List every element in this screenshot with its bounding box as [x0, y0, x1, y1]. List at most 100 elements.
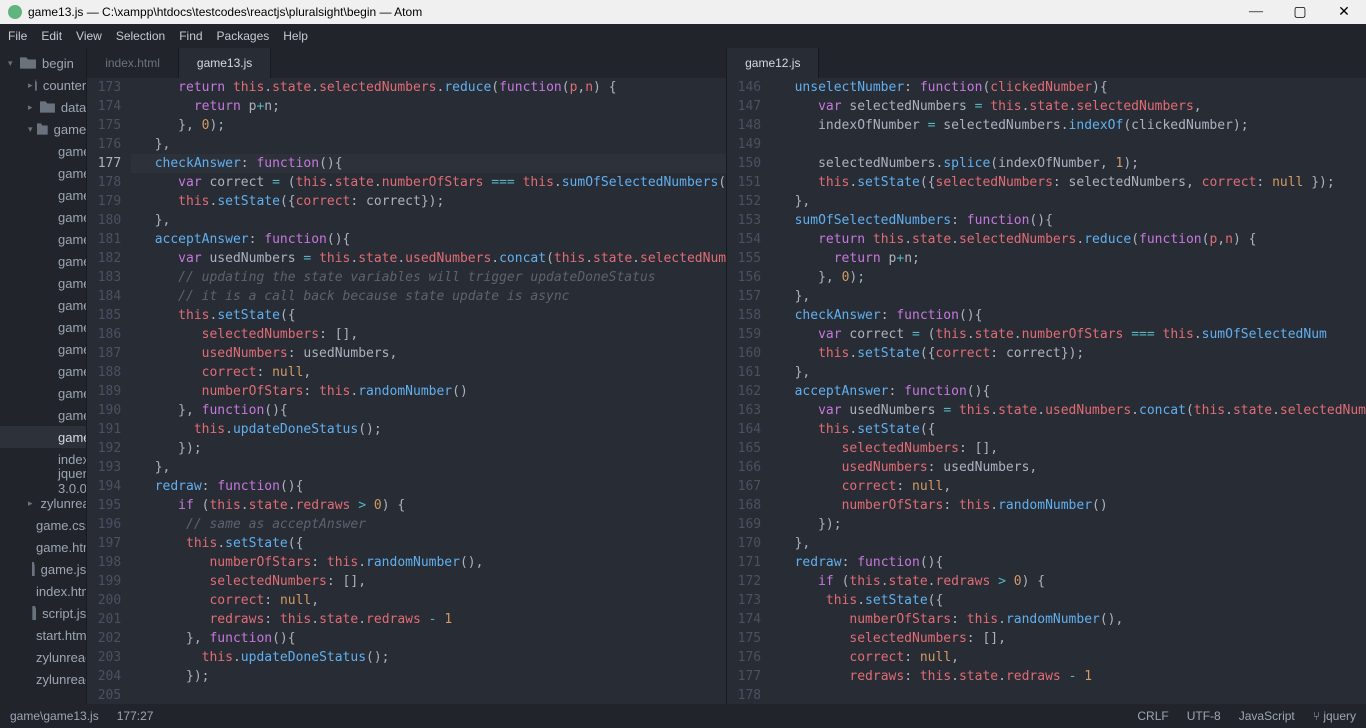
menubar: File Edit View Selection Find Packages H…: [0, 24, 1366, 48]
menu-view[interactable]: View: [76, 29, 102, 43]
tree-item-game-css[interactable]: game.css: [0, 514, 86, 536]
window-title: game13.js — C:\xampp\htdocs\testcodes\re…: [28, 5, 422, 19]
status-branch[interactable]: ⑂ jquery: [1313, 709, 1356, 723]
tree-item-label: script.js: [42, 606, 86, 621]
tree-item-label: index.html: [36, 584, 86, 599]
tab-game12-js[interactable]: game12.js: [727, 48, 819, 78]
tree-item-index-html[interactable]: index.html: [0, 580, 86, 602]
folder-icon: [20, 56, 36, 70]
tree-item-jquery-3-0-0-min-js[interactable]: jquery-3.0.0.min.js: [0, 470, 86, 492]
tree-item-label: game11.js: [58, 386, 86, 401]
chevron-icon: ▸: [28, 80, 33, 91]
menu-help[interactable]: Help: [283, 29, 308, 43]
tree-root[interactable]: ▾ begin: [0, 52, 86, 74]
menu-find[interactable]: Find: [179, 29, 202, 43]
tree-item-label: game4.js: [58, 232, 86, 247]
left-editor-pane: index.html game13.js 1731741751761771781…: [86, 48, 726, 704]
maximize-button[interactable]: ▢: [1278, 0, 1322, 24]
tree-item-game[interactable]: ▾ game: [0, 118, 86, 140]
status-file[interactable]: game\game13.js: [10, 709, 99, 723]
tree-item-label: game3.js: [58, 210, 86, 225]
tree-item-label: game5.js: [58, 254, 86, 269]
tree-item-game-css[interactable]: game.css: [0, 140, 86, 162]
chevron-icon: ▸: [28, 498, 33, 509]
tree-item-label: game1.js: [58, 166, 86, 181]
tab-index-html[interactable]: index.html: [87, 48, 179, 78]
menu-selection[interactable]: Selection: [116, 29, 165, 43]
chevron-down-icon: ▾: [8, 58, 18, 69]
git-branch-icon: ⑂: [1313, 709, 1320, 723]
tree-item-game10-js[interactable]: game10.js: [0, 360, 86, 382]
minimize-button[interactable]: —: [1234, 0, 1278, 24]
tree-item-label: index.html: [58, 452, 86, 467]
tree-item-game1-js[interactable]: game1.js: [0, 162, 86, 184]
tree-item-label: game10.js: [58, 364, 86, 379]
tree-item-zylunreactjs-rar[interactable]: zylunreactjs.rar: [0, 646, 86, 668]
left-tabs: index.html game13.js: [87, 48, 726, 78]
tab-game13-js[interactable]: game13.js: [179, 48, 271, 78]
close-button[interactable]: ✕: [1322, 0, 1366, 24]
tree-item-label: game: [54, 122, 87, 137]
folder-icon: [35, 78, 37, 92]
tree-item-label: zylunreactjs.rar: [36, 650, 86, 665]
tree-root-label: begin: [42, 56, 74, 71]
tree-item-game6-js[interactable]: game6.js: [0, 272, 86, 294]
tree-item-game5-js[interactable]: game5.js: [0, 250, 86, 272]
tree-item-game7-js[interactable]: game7.js: [0, 294, 86, 316]
tree-item-label: game.css: [36, 518, 86, 533]
right-tabs: game12.js: [727, 48, 1366, 78]
tree-item-game2-js[interactable]: game2.js: [0, 184, 86, 206]
chevron-icon: ▾: [28, 124, 35, 135]
tree-item-label: jquery-3.0.0.min.js: [58, 466, 86, 496]
titlebar: game13.js — C:\xampp\htdocs\testcodes\re…: [0, 0, 1366, 24]
statusbar: game\game13.js 177:27 CRLF UTF-8 JavaScr…: [0, 704, 1366, 728]
menu-packages[interactable]: Packages: [217, 29, 270, 43]
left-code-editor[interactable]: 1731741751761771781791801811821831841851…: [87, 78, 726, 704]
tree-item-label: game9.js: [58, 342, 86, 357]
tree-item-start-html[interactable]: start.html: [0, 624, 86, 646]
tree-item-counter[interactable]: ▸ counter: [0, 74, 86, 96]
tree-item-game-html[interactable]: game.html: [0, 536, 86, 558]
tree-item-label: game7.js: [58, 298, 86, 313]
chevron-icon: ▸: [28, 102, 38, 113]
tree-item-label: game6.js: [58, 276, 86, 291]
menu-file[interactable]: File: [8, 29, 27, 43]
status-grammar[interactable]: JavaScript: [1239, 709, 1295, 723]
file-icon: [32, 562, 35, 576]
tree-item-data[interactable]: ▸ data: [0, 96, 86, 118]
file-tree[interactable]: ▾ begin ▸ counter ▸ data ▾ game game.css game1.…: [0, 48, 86, 704]
tree-item-label: game2.js: [58, 188, 86, 203]
tree-item-label: counter: [43, 78, 86, 93]
folder-icon: [40, 100, 55, 114]
tree-item-label: zylunreactjs: [41, 496, 87, 511]
tree-item-zylunreactjs-zip[interactable]: zylunreactjs.zip: [0, 668, 86, 690]
tree-item-label: game.js: [41, 562, 87, 577]
right-editor-pane: game12.js 146147148149150151152153154155…: [726, 48, 1366, 704]
tree-item-zylunreactjs[interactable]: ▸ zylunreactjs: [0, 492, 86, 514]
right-code-editor[interactable]: 1461471481491501511521531541551561571581…: [727, 78, 1366, 704]
tree-item-game13-js[interactable]: game13.js: [0, 426, 86, 448]
status-encoding[interactable]: UTF-8: [1187, 709, 1221, 723]
tree-item-game9-js[interactable]: game9.js: [0, 338, 86, 360]
tree-item-label: game12.js: [58, 408, 86, 423]
tree-item-label: game.css: [58, 144, 86, 159]
folder-icon: [37, 122, 48, 136]
tree-item-label: game.html: [36, 540, 86, 555]
tree-item-game-js[interactable]: game.js: [0, 558, 86, 580]
tree-item-game12-js[interactable]: game12.js: [0, 404, 86, 426]
atom-icon: [8, 5, 22, 19]
menu-edit[interactable]: Edit: [41, 29, 62, 43]
tree-item-label: zylunreactjs.zip: [36, 672, 86, 687]
tree-item-game8-js[interactable]: game8.js: [0, 316, 86, 338]
tree-item-label: data: [61, 100, 86, 115]
tree-item-label: game13.js: [58, 430, 86, 445]
status-cursor[interactable]: 177:27: [117, 709, 154, 723]
tree-item-game3-js[interactable]: game3.js: [0, 206, 86, 228]
tree-item-game11-js[interactable]: game11.js: [0, 382, 86, 404]
tree-item-script-js[interactable]: script.js: [0, 602, 86, 624]
status-eol[interactable]: CRLF: [1137, 709, 1168, 723]
tree-item-game4-js[interactable]: game4.js: [0, 228, 86, 250]
file-icon: [32, 606, 36, 620]
tree-item-label: game8.js: [58, 320, 86, 335]
tree-item-label: start.html: [36, 628, 86, 643]
